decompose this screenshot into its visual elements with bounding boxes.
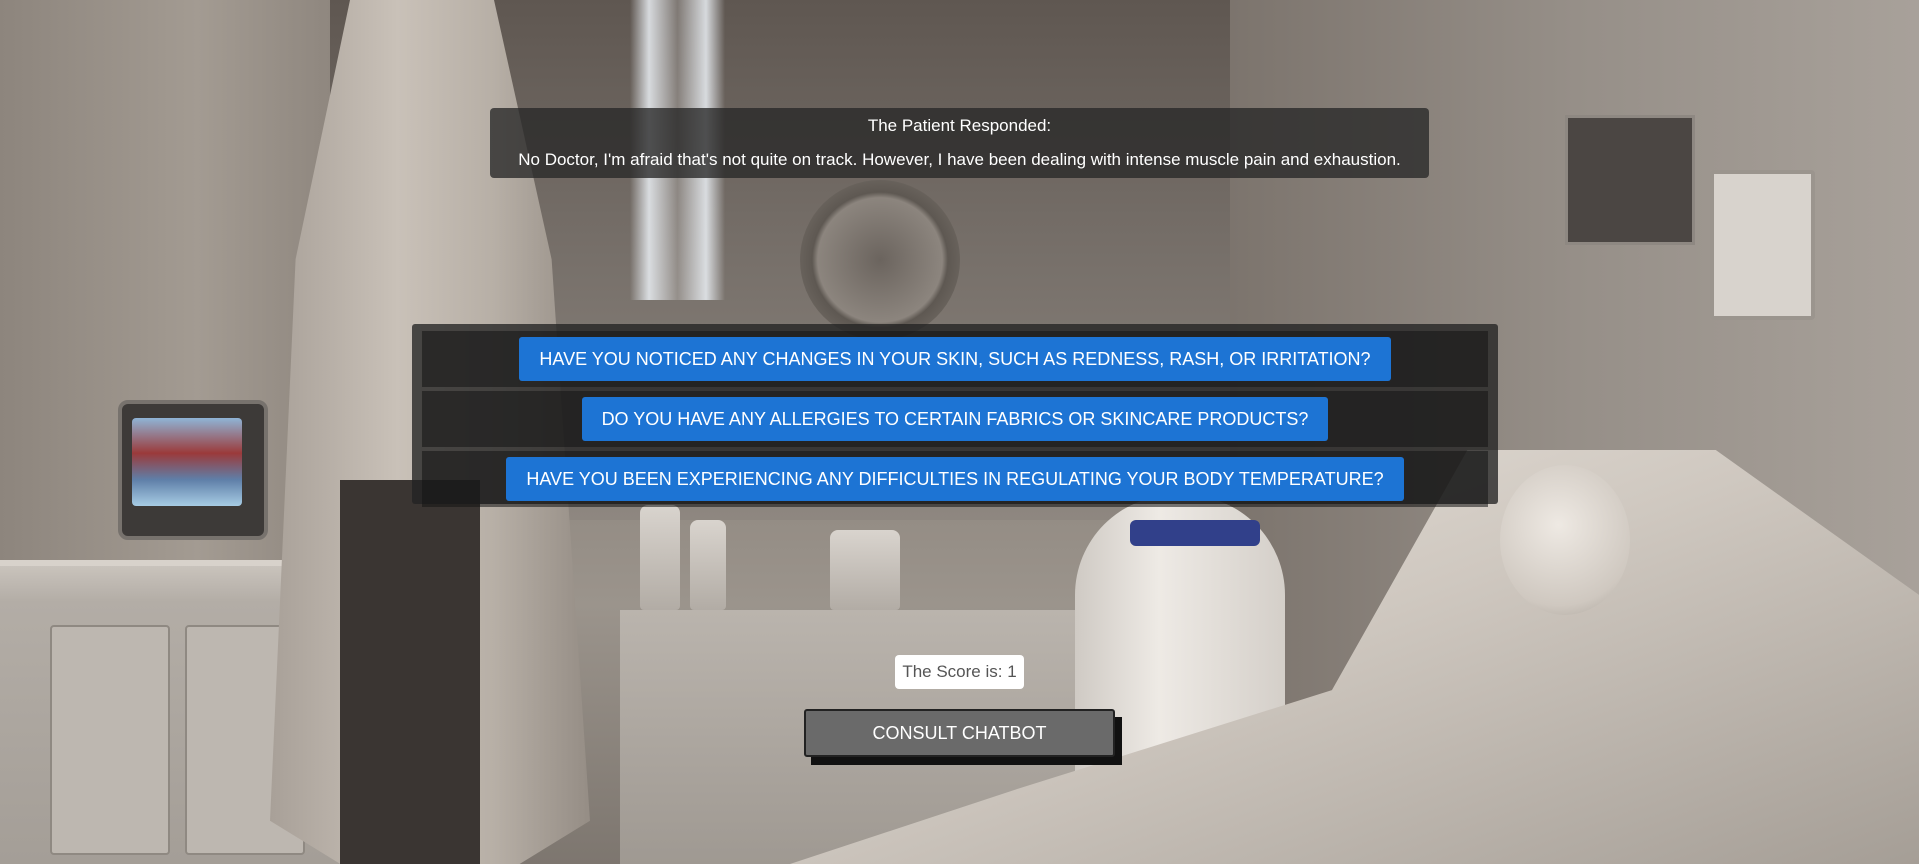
background-control-panel <box>1565 115 1695 245</box>
background-device <box>830 530 900 610</box>
patient-response-text: No Doctor, I'm afraid that's not quite o… <box>518 150 1401 169</box>
background-patient <box>1500 465 1630 615</box>
background-monitor-screen <box>132 418 242 506</box>
question-button-body-temperature[interactable]: HAVE YOU BEEN EXPERIENCING ANY DIFFICULT… <box>506 457 1404 501</box>
background-cabinet-door <box>50 625 170 855</box>
question-row: HAVE YOU BEEN EXPERIENCING ANY DIFFICULT… <box>422 451 1488 507</box>
background-doctor-legs <box>340 480 480 864</box>
background-jar <box>690 520 726 610</box>
background-wall-hatch <box>800 180 960 340</box>
background-robot-band <box>1130 520 1260 546</box>
question-button-allergies[interactable]: DO YOU HAVE ANY ALLERGIES TO CERTAIN FAB… <box>581 397 1329 441</box>
question-choices-panel: HAVE YOU NOTICED ANY CHANGES IN YOUR SKI… <box>412 324 1498 507</box>
background-jar <box>640 505 680 610</box>
patient-response-box: The Patient Responded: No Doctor, I'm af… <box>490 108 1429 178</box>
question-button-skin-changes[interactable]: HAVE YOU NOTICED ANY CHANGES IN YOUR SKI… <box>519 337 1391 381</box>
question-row: HAVE YOU NOTICED ANY CHANGES IN YOUR SKI… <box>422 331 1488 387</box>
question-row: DO YOU HAVE ANY ALLERGIES TO CERTAIN FAB… <box>422 391 1488 447</box>
score-display: The Score is: 1 <box>895 655 1024 689</box>
consult-chatbot-button[interactable]: CONSULT CHATBOT <box>804 709 1115 757</box>
game-scene: The Patient Responded: No Doctor, I'm af… <box>0 0 1919 864</box>
patient-response-title: The Patient Responded: <box>867 116 1052 135</box>
background-equipment-box <box>1710 170 1815 320</box>
